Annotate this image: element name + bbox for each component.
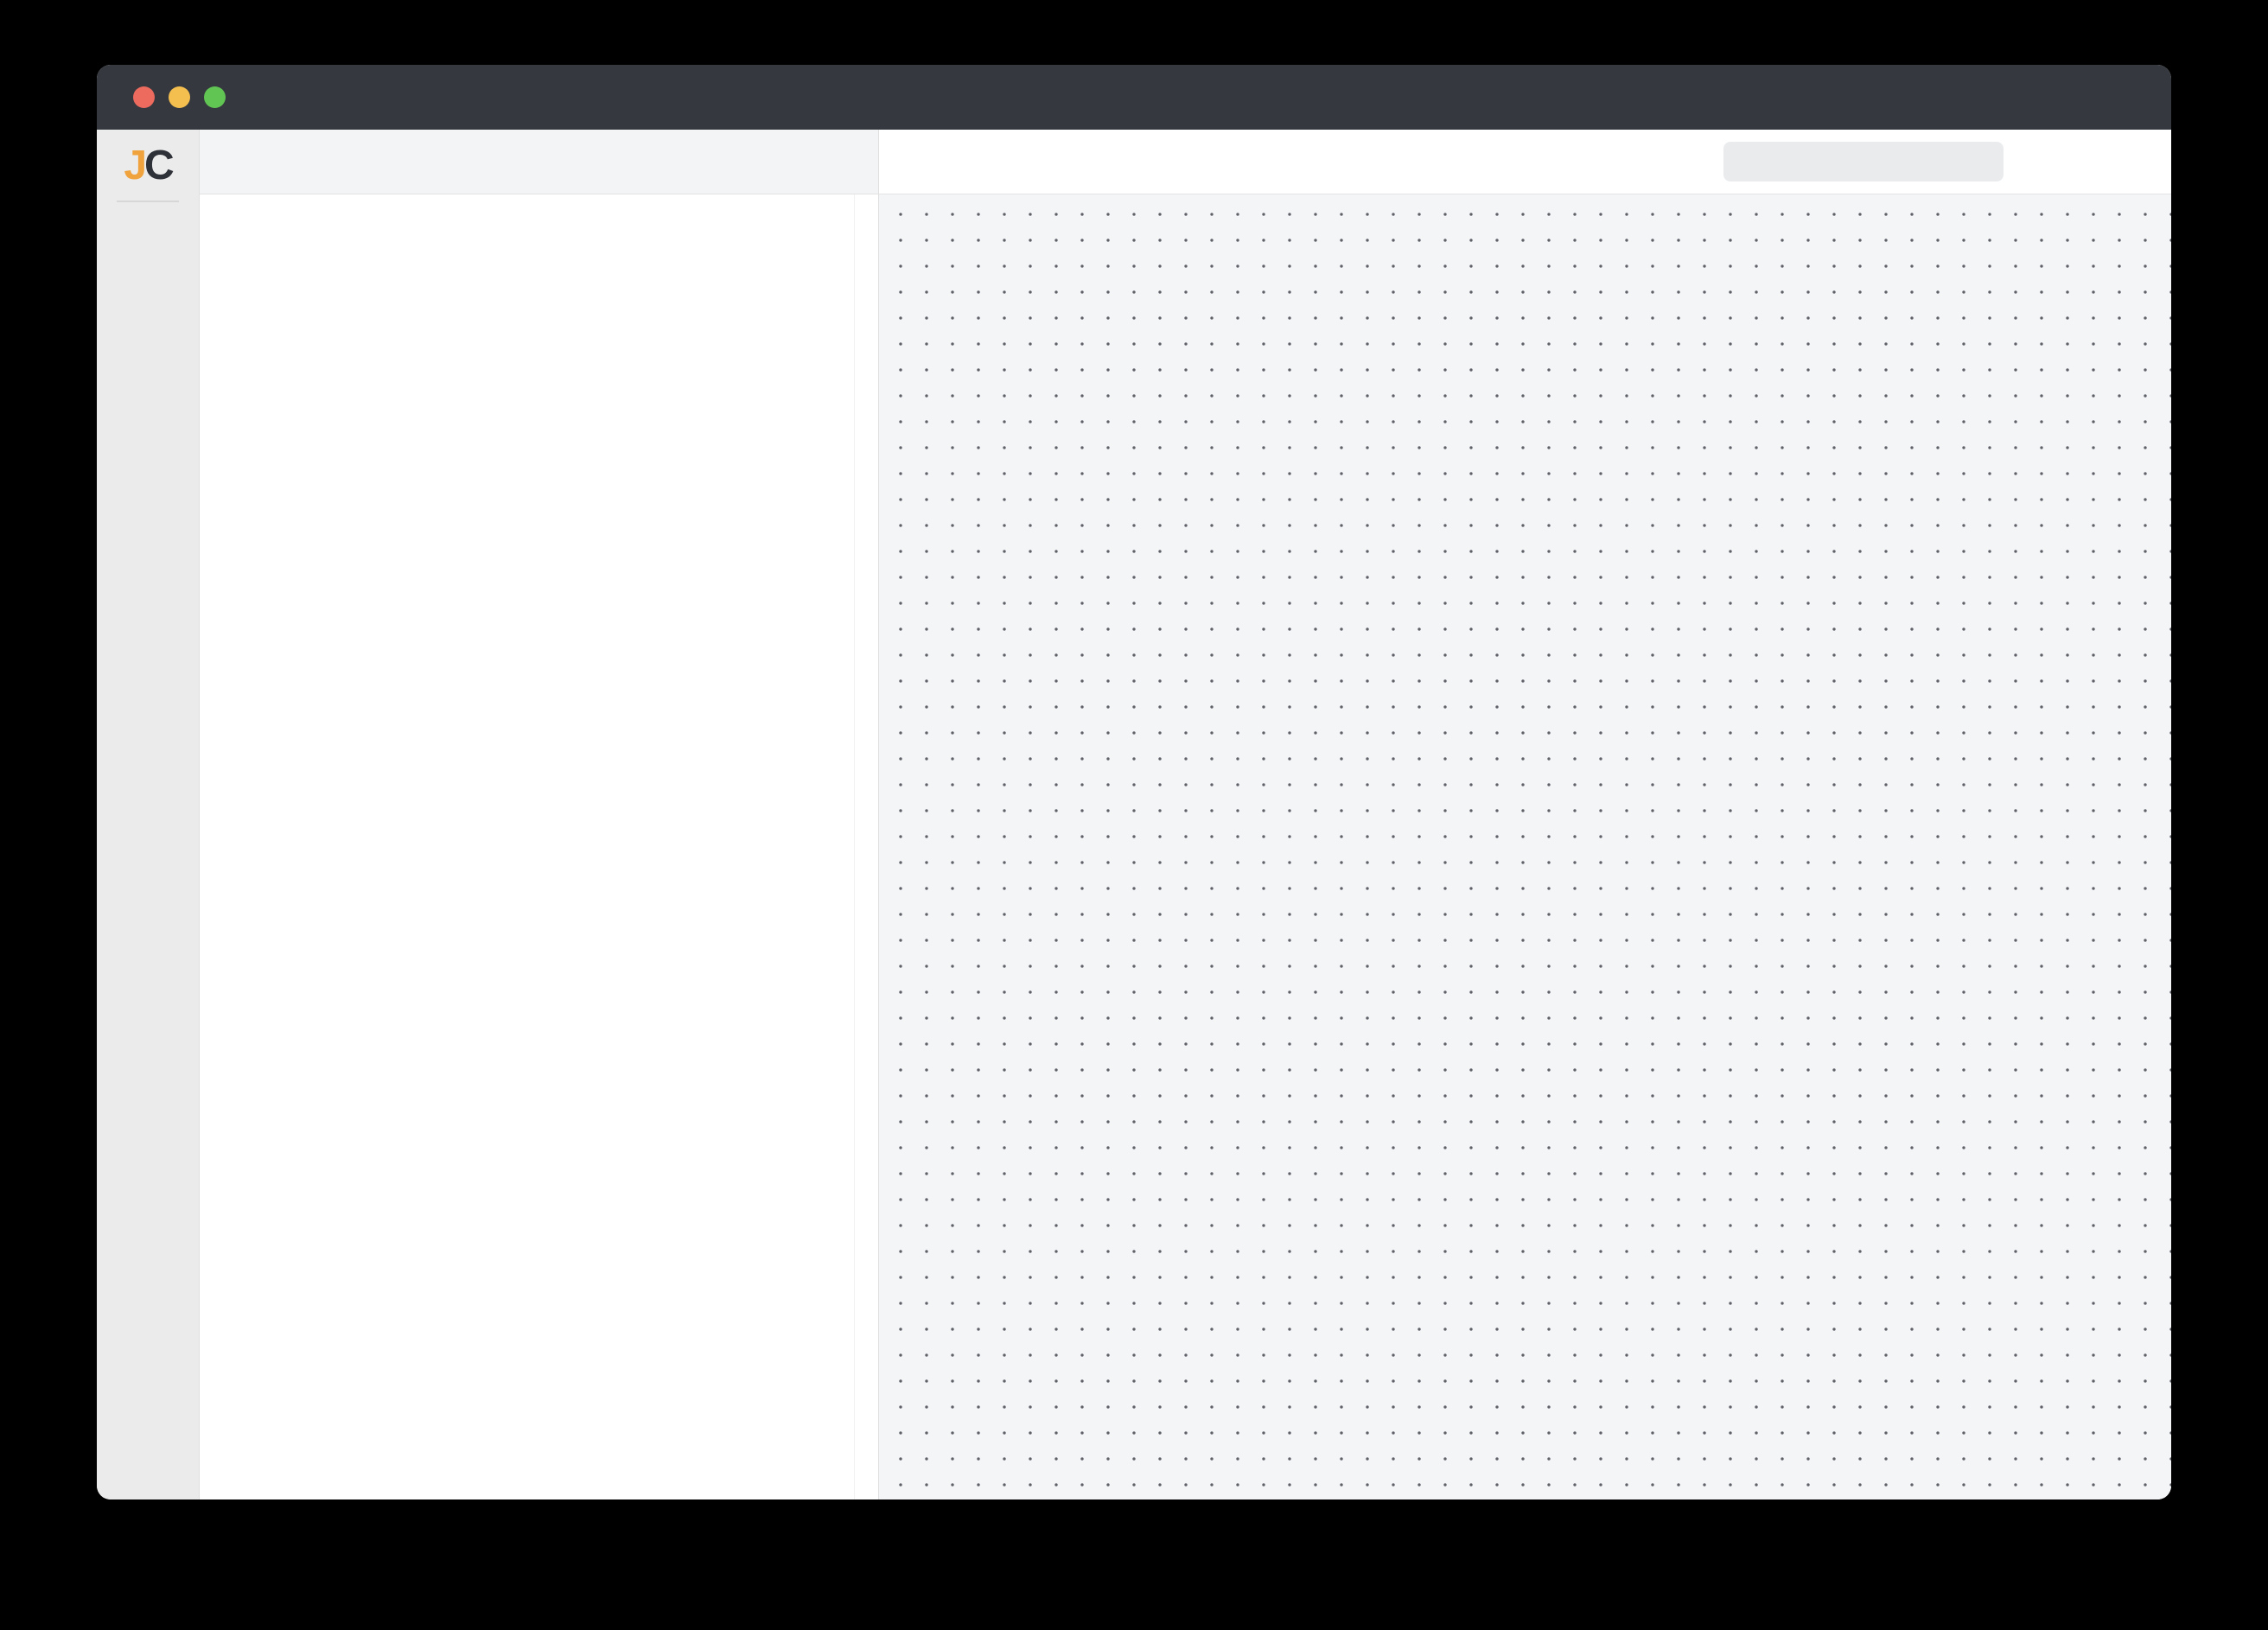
graph-toolbar: [879, 130, 2171, 194]
fullscreen-button[interactable]: [2099, 145, 2131, 178]
window-controls: [133, 65, 226, 130]
download-image-button[interactable]: [1658, 145, 1691, 178]
editor-status-bar: [200, 130, 878, 194]
app-logo[interactable]: JC: [124, 145, 171, 187]
browser-controls: [2050, 65, 2145, 130]
search-icon[interactable]: [1965, 150, 1990, 174]
graph-canvas[interactable]: [879, 194, 2171, 1499]
titlebar: [97, 65, 2171, 130]
extensions-puzzle-icon[interactable]: [2050, 84, 2078, 111]
maximize-button[interactable]: [204, 86, 226, 108]
focus-view-button[interactable]: [1596, 145, 1628, 178]
close-button[interactable]: [133, 86, 155, 108]
json-editor[interactable]: [200, 194, 878, 1499]
search-node-box: [1723, 142, 2004, 181]
search-node-input[interactable]: [1737, 149, 1955, 175]
check-circle-icon: [227, 148, 255, 175]
settings-gear-button[interactable]: [2036, 145, 2069, 178]
sidebar-divider: [117, 201, 179, 202]
editor-panel: [200, 130, 879, 1499]
sidebar: JC: [97, 130, 200, 1499]
app-window: JC: [97, 65, 2171, 1499]
graph-panel: [879, 130, 2171, 1499]
zoom-in-button[interactable]: [1471, 145, 1504, 178]
zoom-out-button[interactable]: [1533, 145, 1566, 178]
menu-icon[interactable]: [2118, 84, 2145, 111]
minimize-button[interactable]: [169, 86, 190, 108]
